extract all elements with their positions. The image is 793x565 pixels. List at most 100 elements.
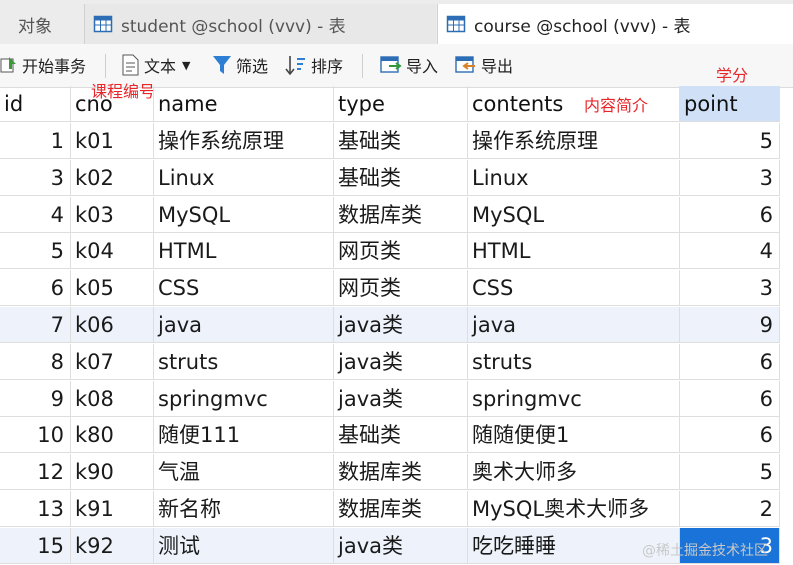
- column-header-contents[interactable]: contents: [468, 86, 680, 122]
- cell-id[interactable]: 6: [0, 270, 71, 306]
- cell-id[interactable]: 10: [0, 417, 71, 453]
- table-row[interactable]: 4 k03 MySQL 数据库类 MySQL 6: [0, 197, 793, 234]
- cell-point[interactable]: 3: [680, 270, 780, 306]
- cell-contents[interactable]: HTML: [468, 233, 680, 269]
- cell-name[interactable]: 测试: [154, 528, 334, 564]
- cell-type[interactable]: 数据库类: [334, 197, 468, 233]
- sort-button[interactable]: 排序: [285, 52, 343, 78]
- cell-type[interactable]: 基础类: [334, 417, 468, 453]
- cell-cno[interactable]: k90: [71, 454, 154, 490]
- cell-contents[interactable]: CSS: [468, 270, 680, 306]
- table-row[interactable]: 7 k06 java java类 java 9: [0, 307, 793, 344]
- cell-name[interactable]: java: [154, 307, 334, 343]
- cell-point[interactable]: 5: [680, 123, 780, 159]
- cell-contents[interactable]: MySQL奥术大师多: [468, 491, 680, 527]
- cell-id[interactable]: 3: [0, 160, 71, 196]
- cell-cno[interactable]: k08: [71, 381, 154, 417]
- table-row[interactable]: 3 k02 Linux 基础类 Linux 3: [0, 160, 793, 197]
- cell-type[interactable]: 数据库类: [334, 491, 468, 527]
- filter-button[interactable]: 筛选: [212, 52, 268, 78]
- cell-type[interactable]: 基础类: [334, 160, 468, 196]
- export-icon: [455, 56, 475, 73]
- cell-contents[interactable]: Linux: [468, 160, 680, 196]
- column-header-name[interactable]: name: [154, 86, 334, 122]
- cell-contents[interactable]: 奥术大师多: [468, 454, 680, 490]
- column-header-type[interactable]: type: [334, 86, 468, 122]
- table-row[interactable]: 9 k08 springmvc java类 springmvc 6: [0, 381, 793, 418]
- cell-type[interactable]: 网页类: [334, 233, 468, 269]
- cell-name[interactable]: CSS: [154, 270, 334, 306]
- cell-point[interactable]: 6: [680, 381, 780, 417]
- cell-name[interactable]: springmvc: [154, 381, 334, 417]
- cell-name[interactable]: 气温: [154, 454, 334, 490]
- cell-cno[interactable]: k01: [71, 123, 154, 159]
- table-row[interactable]: 6 k05 CSS 网页类 CSS 3: [0, 270, 793, 307]
- cell-point[interactable]: 6: [680, 197, 780, 233]
- cell-contents[interactable]: struts: [468, 344, 680, 380]
- text-label: 文本: [144, 57, 177, 76]
- dropdown-arrow-icon[interactable]: ▼: [182, 59, 190, 72]
- tab-course-table[interactable]: course @school (vvv) - 表: [437, 4, 793, 44]
- text-button[interactable]: 文本 ▼: [120, 52, 190, 78]
- begin-transaction-button[interactable]: 开始事务: [0, 52, 86, 78]
- cell-cno[interactable]: k06: [71, 307, 154, 343]
- cell-type[interactable]: java类: [334, 528, 468, 564]
- cell-point[interactable]: 5: [680, 454, 780, 490]
- cell-id[interactable]: 9: [0, 381, 71, 417]
- column-header-cno[interactable]: cno: [71, 86, 154, 122]
- cell-point[interactable]: 4: [680, 233, 780, 269]
- cell-id[interactable]: 4: [0, 197, 71, 233]
- cell-name[interactable]: MySQL: [154, 197, 334, 233]
- table-row[interactable]: 12 k90 气温 数据库类 奥术大师多 5: [0, 454, 793, 491]
- cell-contents[interactable]: springmvc: [468, 381, 680, 417]
- cell-contents[interactable]: java: [468, 307, 680, 343]
- cell-id[interactable]: 7: [0, 307, 71, 343]
- cell-type[interactable]: 网页类: [334, 270, 468, 306]
- cell-cno[interactable]: k02: [71, 160, 154, 196]
- cell-type[interactable]: 基础类: [334, 123, 468, 159]
- tab-objects[interactable]: 对象: [0, 4, 82, 44]
- cell-contents[interactable]: 随随便便1: [468, 417, 680, 453]
- cell-cno[interactable]: k05: [71, 270, 154, 306]
- table-row[interactable]: 8 k07 struts java类 struts 6: [0, 344, 793, 381]
- cell-id[interactable]: 1: [0, 123, 71, 159]
- column-header-point[interactable]: point: [680, 86, 780, 122]
- cell-name[interactable]: 随便111: [154, 417, 334, 453]
- cell-cno[interactable]: k07: [71, 344, 154, 380]
- cell-cno[interactable]: k80: [71, 417, 154, 453]
- export-label: 导出: [481, 57, 514, 76]
- cell-name[interactable]: HTML: [154, 233, 334, 269]
- cell-cno[interactable]: k03: [71, 197, 154, 233]
- table-row[interactable]: 13 k91 新名称 数据库类 MySQL奥术大师多 2: [0, 491, 793, 528]
- cell-type[interactable]: java类: [334, 307, 468, 343]
- cell-point[interactable]: 9: [680, 307, 780, 343]
- cell-cno[interactable]: k92: [71, 528, 154, 564]
- cell-point[interactable]: 6: [680, 417, 780, 453]
- cell-type[interactable]: 数据库类: [334, 454, 468, 490]
- cell-point[interactable]: 6: [680, 344, 780, 380]
- cell-cno[interactable]: k91: [71, 491, 154, 527]
- cell-id[interactable]: 12: [0, 454, 71, 490]
- cell-type[interactable]: java类: [334, 381, 468, 417]
- cell-contents[interactable]: 操作系统原理: [468, 123, 680, 159]
- cell-name[interactable]: Linux: [154, 160, 334, 196]
- cell-cno[interactable]: k04: [71, 233, 154, 269]
- column-header-id[interactable]: id: [0, 86, 71, 122]
- cell-contents[interactable]: MySQL: [468, 197, 680, 233]
- import-button[interactable]: 导入: [380, 52, 438, 78]
- cell-name[interactable]: struts: [154, 344, 334, 380]
- cell-point[interactable]: 3: [680, 160, 780, 196]
- cell-id[interactable]: 13: [0, 491, 71, 527]
- cell-point[interactable]: 2: [680, 491, 780, 527]
- table-row[interactable]: 10 k80 随便111 基础类 随随便便1 6: [0, 417, 793, 454]
- cell-id[interactable]: 8: [0, 344, 71, 380]
- cell-id[interactable]: 15: [0, 528, 71, 564]
- cell-type[interactable]: java类: [334, 344, 468, 380]
- tab-student-table[interactable]: student @school (vvv) - 表: [84, 4, 436, 44]
- export-button[interactable]: 导出: [455, 52, 513, 78]
- cell-name[interactable]: 新名称: [154, 491, 334, 527]
- table-row[interactable]: 5 k04 HTML 网页类 HTML 4: [0, 233, 793, 270]
- cell-id[interactable]: 5: [0, 233, 71, 269]
- table-row[interactable]: 1 k01 操作系统原理 基础类 操作系统原理 5: [0, 123, 793, 160]
- cell-name[interactable]: 操作系统原理: [154, 123, 334, 159]
